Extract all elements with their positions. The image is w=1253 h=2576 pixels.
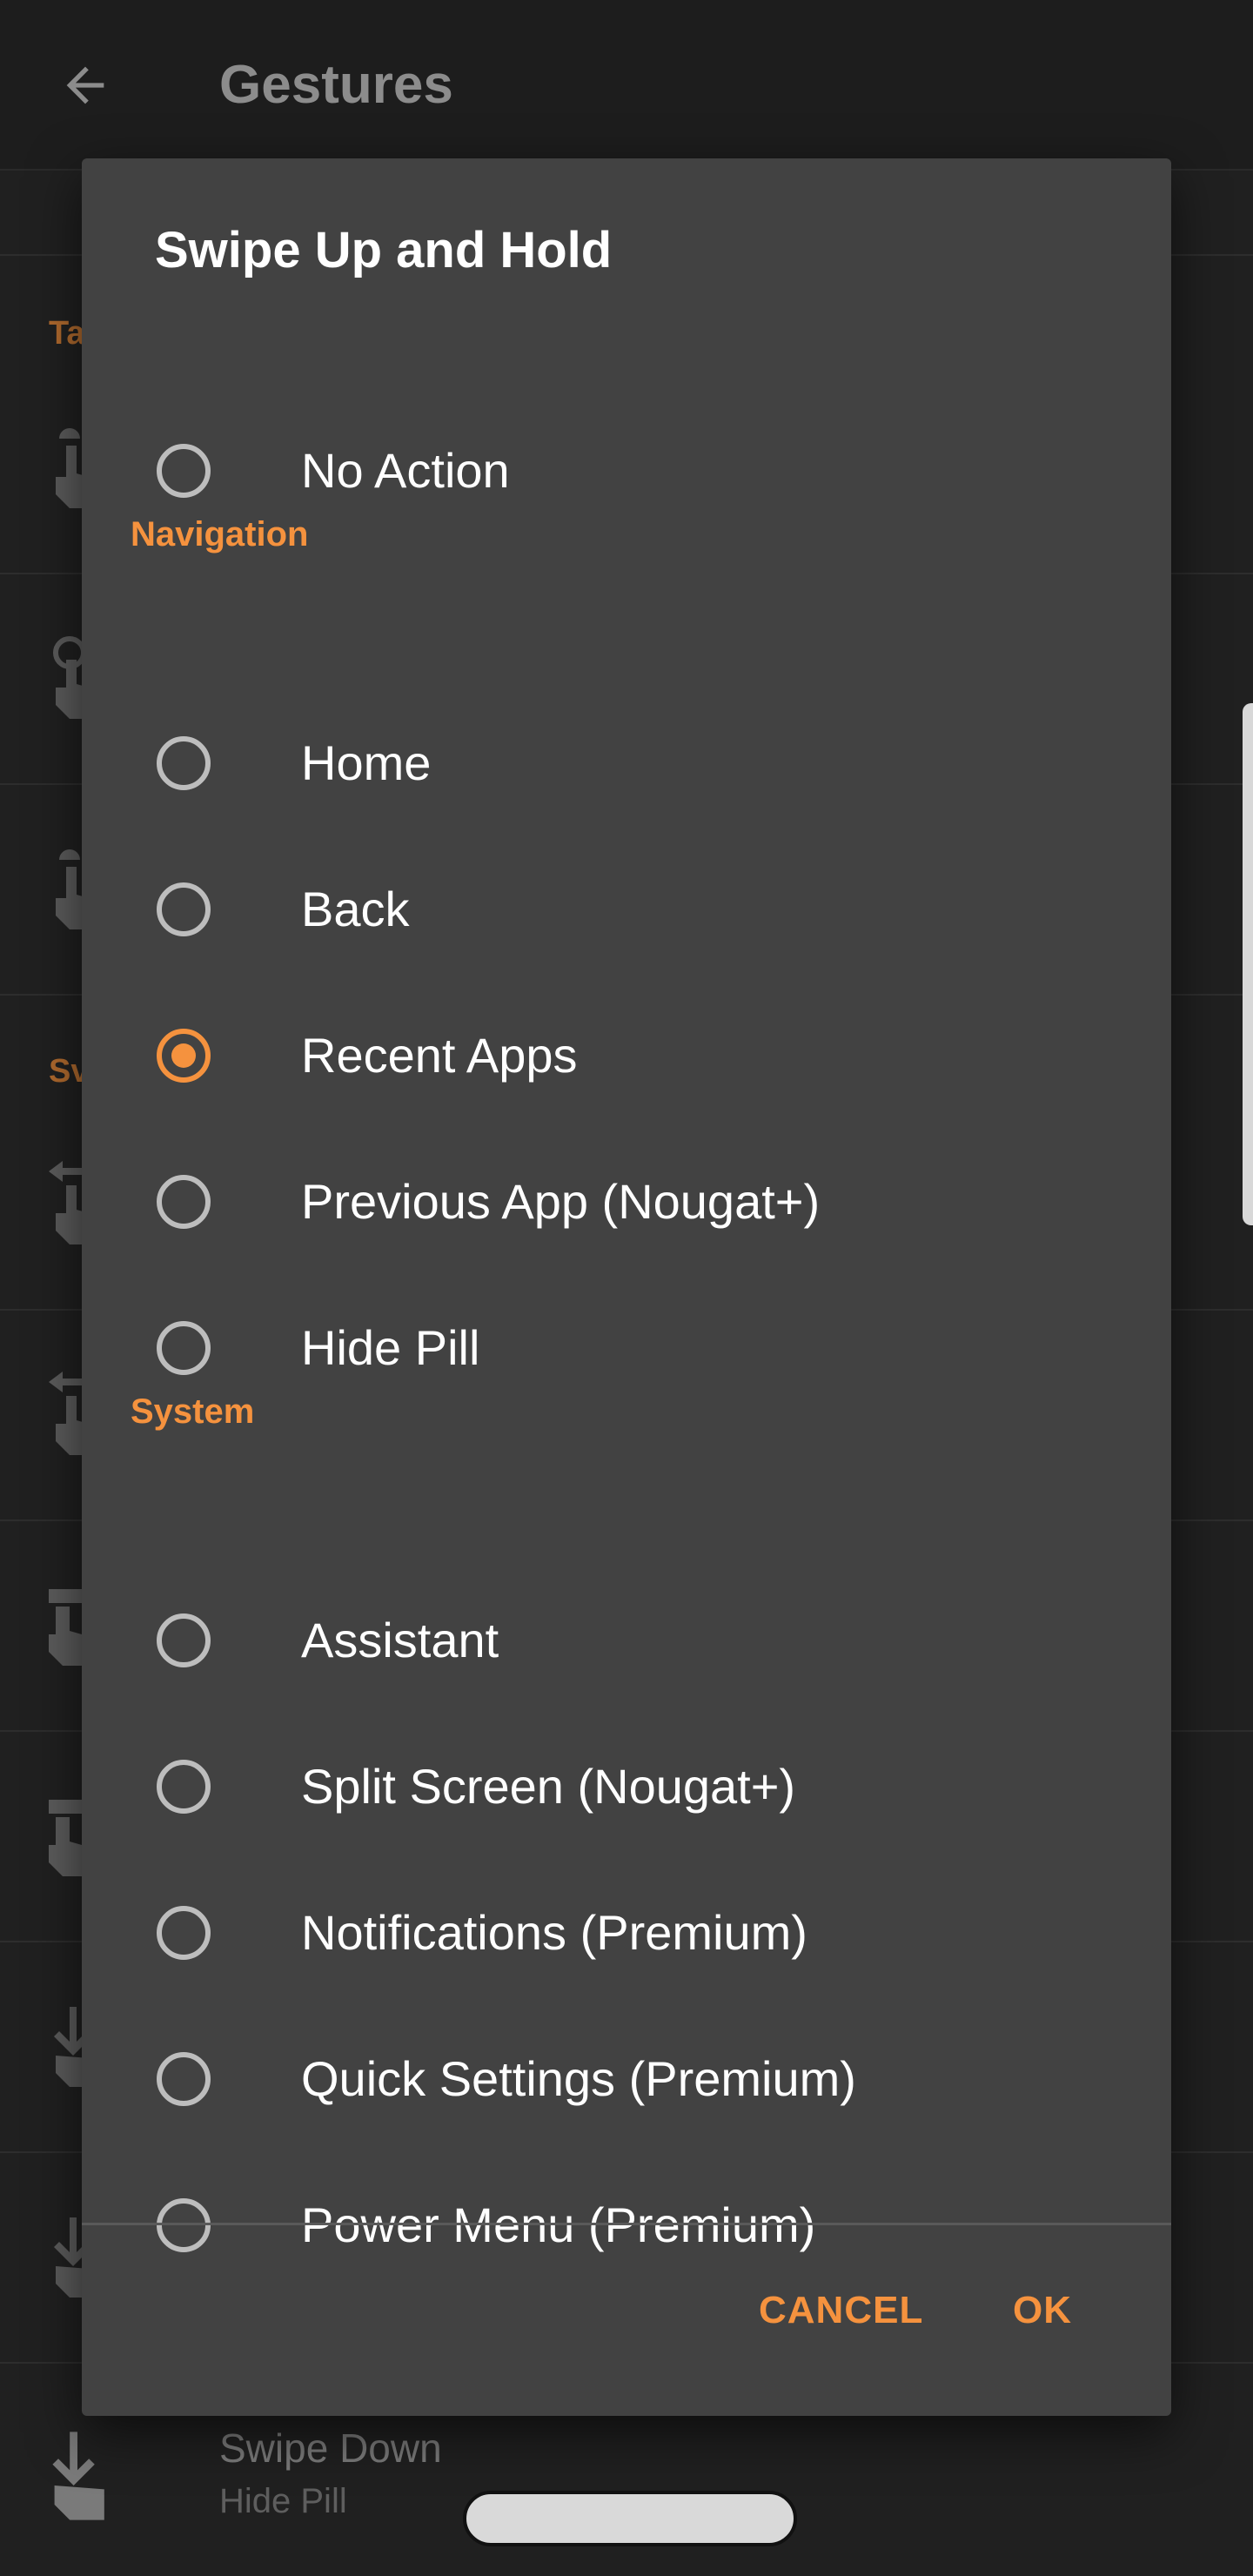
swipe-down-icon [52,2432,104,2520]
radio-button[interactable] [157,1175,211,1229]
option-recent-apps[interactable]: Recent Apps [82,987,1171,1133]
ok-button[interactable]: OK [1013,2289,1072,2332]
back-button[interactable] [50,50,120,120]
app-bar: Gestures [0,0,1253,171]
section-header-navigation: Navigation [131,515,309,553]
scrollbar-thumb[interactable] [1243,703,1253,1225]
option-assistant[interactable]: Assistant [82,1572,1171,1718]
arrow-left-icon [66,66,104,104]
radio-button-selected[interactable] [157,1029,211,1083]
option-label: Recent Apps [301,1028,578,1083]
radio-button[interactable] [157,882,211,936]
radio-button[interactable] [157,1760,211,1814]
radio-button[interactable] [157,2198,211,2252]
radio-button[interactable] [157,1613,211,1667]
dialog-divider [82,2223,1171,2225]
screen: Gestures Ta Sv Swipe Down Hide Pill Swip… [0,0,1253,2576]
option-label: Notifications (Premium) [301,1905,807,1960]
dialog-title: Swipe Up and Hold [155,222,613,278]
option-home[interactable]: Home [82,694,1171,841]
option-label: Back [301,882,410,936]
background-item-subtitle: Hide Pill [219,2482,347,2520]
radio-button[interactable] [157,1321,211,1375]
option-label: No Action [301,443,510,498]
option-label: Assistant [301,1613,499,1667]
radio-button[interactable] [157,1906,211,1960]
radio-button[interactable] [157,444,211,498]
page-title: Gestures [219,55,453,115]
option-label: Split Screen (Nougat+) [301,1759,796,1814]
option-split-screen[interactable]: Split Screen (Nougat+) [82,1718,1171,1864]
action-picker-dialog: Swipe Up and Hold No Action Navigation H… [82,158,1171,2416]
option-label: Home [301,735,432,790]
background-section-header: Ta [49,315,85,352]
option-label: Previous App (Nougat+) [301,1174,821,1229]
radio-button[interactable] [157,736,211,790]
option-notifications[interactable]: Notifications (Premium) [82,1864,1171,2010]
section-header-system: System [131,1392,255,1431]
home-gesture-pill[interactable] [463,2491,797,2546]
option-label: Hide Pill [301,1320,480,1375]
radio-button[interactable] [157,2052,211,2106]
option-power-menu[interactable]: Power Menu (Premium) [82,2157,1171,2303]
option-previous-app[interactable]: Previous App (Nougat+) [82,1133,1171,1279]
background-item-title: Swipe Down [219,2425,442,2471]
cancel-button[interactable]: CANCEL [759,2289,923,2332]
option-quick-settings[interactable]: Quick Settings (Premium) [82,2010,1171,2157]
option-label: Quick Settings (Premium) [301,2051,856,2106]
option-back[interactable]: Back [82,841,1171,987]
